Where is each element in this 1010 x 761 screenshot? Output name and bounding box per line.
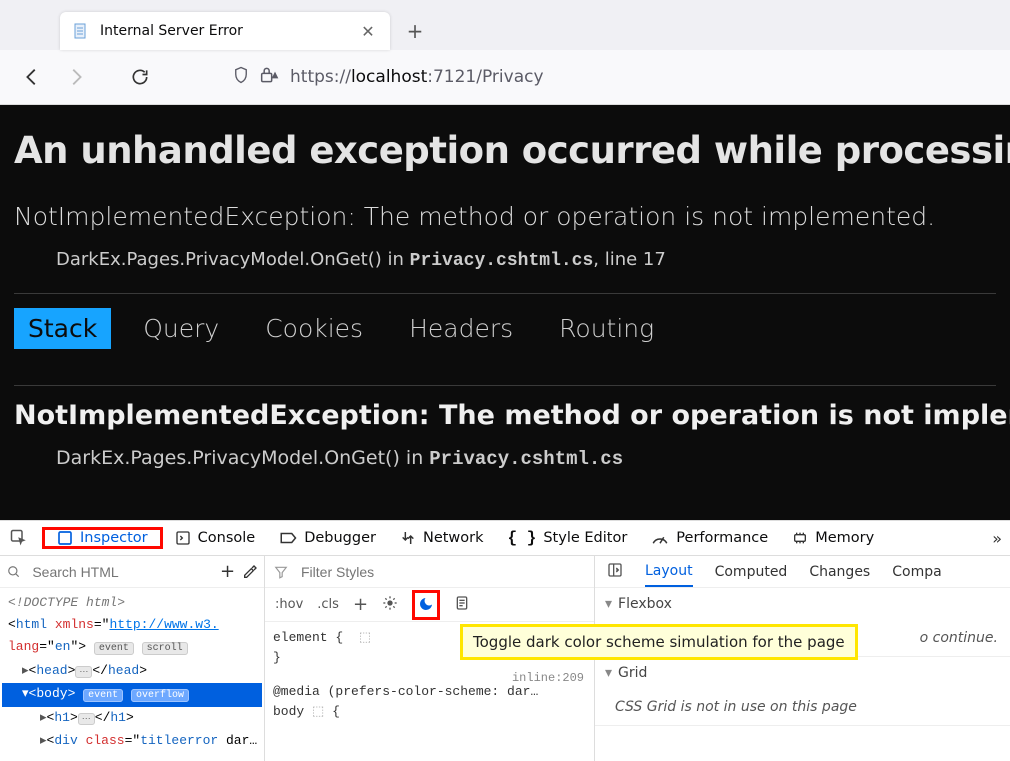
back-button[interactable] (20, 65, 44, 89)
divider (14, 385, 996, 386)
tab-label: Inspector (80, 530, 148, 546)
inline-source-label[interactable]: inline:209 (512, 668, 584, 688)
eyedropper-button[interactable] (242, 562, 258, 582)
devtools-body: + <!DOCTYPE html> <html xmlns="http://ww… (0, 556, 1010, 761)
styles-panel: :hov .cls + element { ⬚ } inline:209 @me… (265, 556, 595, 761)
add-rule-button[interactable]: + (353, 594, 368, 615)
inspector-highlight: Inspector (42, 527, 163, 549)
new-tab-button[interactable]: + (396, 12, 434, 50)
devtools-tab-console[interactable]: Console (163, 521, 268, 555)
dom-html-lang[interactable]: lang="en"> event scroll (2, 636, 262, 660)
url-port: :7121 (427, 67, 476, 87)
filter-row (265, 556, 594, 588)
browser-tab-bar: Internal Server Error ✕ + (0, 0, 1010, 50)
forward-button[interactable] (64, 65, 88, 89)
right-tab-layout[interactable]: Layout (645, 556, 693, 587)
section-title: Grid (618, 665, 647, 681)
chevron-down-icon: ▾ (605, 665, 612, 681)
page-icon (72, 22, 90, 40)
page-heading: An unhandled exception occurred while pr… (14, 129, 996, 172)
browser-tab[interactable]: Internal Server Error ✕ (60, 12, 390, 50)
right-tab-computed[interactable]: Computed (715, 564, 788, 580)
reload-button[interactable] (128, 65, 152, 89)
url-protocol: https:// (290, 67, 351, 87)
stack-line: , line 17 (593, 249, 666, 270)
right-tab-changes[interactable]: Changes (809, 564, 870, 580)
dark-scheme-button[interactable] (416, 594, 436, 614)
right-tabs: Layout Computed Changes Compa (595, 556, 1010, 588)
url-text: https://localhost:7121/Privacy (290, 67, 544, 87)
exception-summary: NotImplementedException: The method or o… (14, 202, 996, 231)
light-scheme-button[interactable] (382, 595, 398, 615)
tab-query[interactable]: Query (129, 308, 233, 349)
styles-toolbar: :hov .cls + (265, 588, 594, 622)
divider (14, 293, 996, 294)
print-sim-button[interactable] (454, 595, 470, 615)
stack-prefix: DarkEx.Pages.PrivacyModel.OnGet() in (56, 249, 410, 270)
url-path: /Privacy (476, 67, 543, 87)
tab-routing[interactable]: Routing (545, 308, 668, 349)
address-bar: https://localhost:7121/Privacy (0, 50, 1010, 105)
stack-frame-2: DarkEx.Pages.PrivacyModel.OnGet() in Pri… (14, 447, 996, 470)
add-node-button[interactable]: + (219, 562, 235, 582)
stack-file: Privacy.cshtml.cs (410, 251, 594, 271)
close-tab-icon[interactable]: ✕ (358, 22, 378, 41)
filter-styles-input[interactable] (297, 564, 588, 580)
devtools-tab-performance[interactable]: Performance (639, 521, 780, 555)
exception-title: NotImplementedException: The method or o… (14, 400, 996, 431)
tooltip: Toggle dark color scheme simulation for … (460, 624, 858, 660)
devtools-tab-debugger[interactable]: Debugger (267, 521, 388, 555)
overflow-button[interactable]: » (984, 529, 1010, 548)
tab-cookies[interactable]: Cookies (251, 308, 377, 349)
devtools-tab-style-editor[interactable]: { } Style Editor (496, 521, 640, 555)
filter-icon (271, 562, 291, 582)
tab-label: Memory (815, 530, 874, 546)
lock-warning-icon (260, 66, 280, 88)
tab-label: Style Editor (543, 530, 627, 546)
grid-section: ▾ Grid CSS Grid is not in use on this pa… (595, 657, 1010, 726)
tab-stack[interactable]: Stack (14, 308, 111, 349)
dom-div[interactable]: ▸ <div class="titleerror dar… (2, 730, 262, 752)
section-title: Flexbox (618, 596, 672, 612)
hov-button[interactable]: :hov (275, 597, 303, 612)
dom-head[interactable]: ▸ <head>⋯</head> (2, 660, 262, 683)
tab-headers[interactable]: Headers (395, 308, 527, 349)
url-host: localhost (351, 67, 427, 87)
tab-label: Performance (676, 530, 768, 546)
dom-tree[interactable]: <!DOCTYPE html> <html xmlns="http://www.… (0, 588, 264, 756)
flexbox-header[interactable]: ▾ Flexbox (595, 588, 1010, 620)
page-content: An unhandled exception occurred while pr… (0, 105, 1010, 520)
error-tabs: Stack Query Cookies Headers Routing (14, 308, 996, 349)
devtools-toolbar: Inspector Console Debugger Network { } S… (0, 520, 1010, 556)
dom-search-row: + (0, 556, 264, 588)
devtools-tab-memory[interactable]: Memory (780, 521, 886, 555)
cls-button[interactable]: .cls (317, 597, 339, 612)
tab-label: Network (423, 530, 484, 546)
dom-panel: + <!DOCTYPE html> <html xmlns="http://ww… (0, 556, 265, 761)
stack2-prefix: DarkEx.Pages.PrivacyModel.OnGet() in (56, 447, 429, 469)
search-icon (6, 562, 22, 582)
pick-element-button[interactable] (0, 521, 38, 555)
dom-doctype[interactable]: <!DOCTYPE html> (2, 592, 262, 614)
stack2-file: Privacy.cshtml.cs (429, 448, 623, 470)
grid-body: CSS Grid is not in use on this page (595, 689, 1010, 725)
url-box[interactable]: https://localhost:7121/Privacy (222, 59, 990, 95)
shield-icon (232, 66, 250, 88)
toggle-sidebar-icon[interactable] (607, 562, 623, 582)
chevron-down-icon: ▾ (605, 596, 612, 612)
dom-h1[interactable]: ▸ <h1>⋯</h1> (2, 707, 262, 730)
right-tab-compat[interactable]: Compa (892, 564, 941, 580)
devtools-tab-inspector[interactable]: Inspector (45, 530, 160, 546)
dark-scheme-highlight (412, 590, 440, 620)
devtools-tab-network[interactable]: Network (388, 521, 496, 555)
search-html-input[interactable] (28, 564, 213, 580)
dom-html[interactable]: <html xmlns="http://www.w3. (2, 614, 262, 636)
tab-label: Debugger (304, 530, 376, 546)
grid-header[interactable]: ▾ Grid (595, 657, 1010, 689)
dom-body-selected[interactable]: ▾ <body> event overflow (2, 683, 262, 707)
tab-title: Internal Server Error (100, 23, 348, 39)
tab-label: Console (198, 530, 256, 546)
stack-frame: DarkEx.Pages.PrivacyModel.OnGet() in Pri… (14, 249, 996, 271)
